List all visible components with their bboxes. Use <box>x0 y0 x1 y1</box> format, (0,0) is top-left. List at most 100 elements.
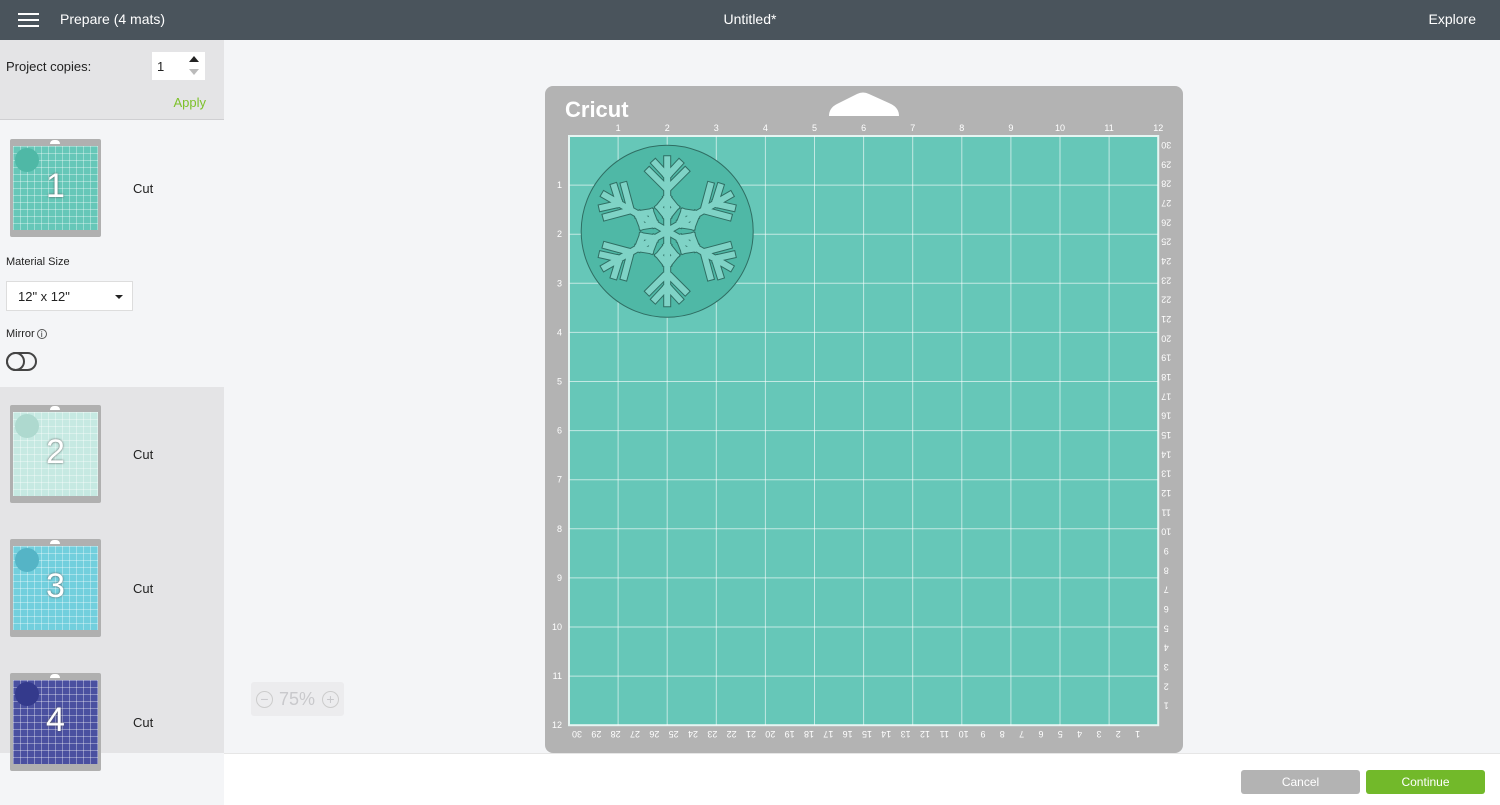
bottom-ruler-label: 17 <box>823 729 833 739</box>
bottom-ruler-label: 29 <box>591 729 601 739</box>
bottom-ruler-label: 8 <box>1000 729 1005 739</box>
bottom-ruler-label: 16 <box>843 729 853 739</box>
bottom-ruler-label: 5 <box>1058 729 1063 739</box>
right-ruler-label: 18 <box>1161 372 1171 382</box>
bottom-ruler-label: 12 <box>920 729 930 739</box>
right-ruler-label: 17 <box>1161 391 1171 401</box>
mat-action-label: Cut <box>133 181 154 196</box>
bottom-ruler-label: 10 <box>959 729 969 739</box>
decrement-icon[interactable] <box>189 69 199 75</box>
mirror-label: Mirror i <box>6 328 47 340</box>
zoom-out-icon[interactable]: − <box>256 691 273 708</box>
left-ruler-label: 8 <box>557 524 562 534</box>
top-ruler-label: 1 <box>616 123 621 133</box>
material-size-label: Material Size <box>6 256 70 268</box>
menu-icon[interactable] <box>18 13 39 27</box>
left-ruler-label: 3 <box>557 278 562 288</box>
bottom-ruler-label: 1 <box>1135 729 1140 739</box>
left-ruler-label: 7 <box>557 475 562 485</box>
zoom-control: − 75% + <box>251 682 344 716</box>
right-ruler-label: 8 <box>1164 565 1169 575</box>
left-ruler-label: 2 <box>557 229 562 239</box>
bottom-ruler-label: 24 <box>688 729 698 739</box>
mat-action-label: Cut <box>133 447 154 462</box>
right-ruler-label: 28 <box>1161 179 1171 189</box>
bottom-ruler-label: 9 <box>980 729 985 739</box>
info-icon[interactable]: i <box>36 329 47 340</box>
mat-thumbnail-4[interactable]: 4 <box>10 673 101 771</box>
bottom-ruler-label: 19 <box>785 729 795 739</box>
bottom-ruler-label: 14 <box>881 729 891 739</box>
left-ruler-label: 4 <box>557 327 562 337</box>
right-ruler-label: 5 <box>1164 623 1169 633</box>
right-ruler-label: 30 <box>1161 140 1171 150</box>
right-ruler-label: 6 <box>1164 604 1169 614</box>
project-title: Untitled* <box>723 11 777 27</box>
project-copies-stepper[interactable]: 1 <box>152 52 205 80</box>
mirror-text: Mirror <box>6 328 35 340</box>
left-ruler-label: 1 <box>557 180 562 190</box>
right-ruler-label: 19 <box>1161 353 1171 363</box>
top-ruler-label: 8 <box>959 123 964 133</box>
mat-action-label: Cut <box>133 581 154 596</box>
left-ruler-label: 10 <box>552 622 562 632</box>
page-title: Prepare (4 mats) <box>60 11 166 27</box>
bottom-ruler-label: 11 <box>940 729 949 739</box>
bottom-ruler-label: 27 <box>630 729 640 739</box>
bottom-ruler-label: 15 <box>862 729 872 739</box>
right-ruler-label: 12 <box>1161 488 1171 498</box>
increment-icon[interactable] <box>189 56 199 62</box>
top-ruler-label: 3 <box>714 123 719 133</box>
right-ruler-label: 3 <box>1164 662 1169 672</box>
bottom-ruler-label: 4 <box>1077 729 1082 739</box>
right-ruler-label: 25 <box>1161 237 1171 247</box>
right-ruler-label: 9 <box>1164 546 1169 556</box>
bottom-ruler-label: 26 <box>649 729 659 739</box>
bottom-ruler-label: 25 <box>669 729 679 739</box>
left-ruler-label: 12 <box>552 720 562 730</box>
right-ruler-label: 22 <box>1161 295 1171 305</box>
left-ruler-label: 5 <box>557 377 562 387</box>
right-ruler-label: 23 <box>1161 275 1171 285</box>
footer: Cancel Continue <box>224 753 1500 805</box>
project-copies-label: Project copies: <box>6 59 92 74</box>
chevron-down-icon <box>115 295 123 299</box>
bottom-ruler-label: 18 <box>804 729 814 739</box>
bottom-ruler-label: 2 <box>1116 729 1121 739</box>
material-size-value: 12" x 12" <box>18 289 70 304</box>
cancel-button[interactable]: Cancel <box>1241 770 1360 794</box>
left-ruler-label: 11 <box>553 671 562 681</box>
bottom-ruler-label: 13 <box>901 729 911 739</box>
mirror-toggle[interactable] <box>6 352 37 371</box>
apply-button[interactable]: Apply <box>173 95 206 110</box>
right-ruler-label: 10 <box>1161 527 1171 537</box>
right-ruler-label: 1 <box>1164 701 1169 711</box>
material-size-select[interactable]: 12" x 12" <box>6 281 133 311</box>
mat-action-label: Cut <box>133 715 154 730</box>
mat-thumbnail-3[interactable]: 3 <box>10 539 101 637</box>
copies-value[interactable]: 1 <box>157 59 164 74</box>
right-ruler-label: 13 <box>1161 469 1171 479</box>
right-ruler-label: 2 <box>1164 681 1169 691</box>
bottom-ruler-label: 21 <box>746 729 756 739</box>
mat-number: 1 <box>46 167 65 205</box>
right-ruler-label: 24 <box>1161 256 1171 266</box>
zoom-in-icon[interactable]: + <box>322 691 339 708</box>
mat-number: 2 <box>46 433 65 471</box>
cricut-logo: Cricut <box>565 97 629 122</box>
bottom-ruler-label: 30 <box>572 729 582 739</box>
mat-number: 3 <box>46 567 65 605</box>
mat-thumbnail-2[interactable]: 2 <box>10 405 101 503</box>
mat-thumbnail-1[interactable]: 1 <box>10 139 101 237</box>
bottom-ruler-label: 6 <box>1038 729 1043 739</box>
right-ruler-label: 15 <box>1161 430 1171 440</box>
top-ruler-label: 6 <box>861 123 866 133</box>
machine-selector[interactable]: Explore <box>1429 11 1476 27</box>
right-ruler-label: 16 <box>1161 411 1171 421</box>
other-mats: 2 Cut 3 Cut 4 Cut <box>0 387 224 771</box>
right-ruler-label: 14 <box>1161 449 1171 459</box>
left-ruler-label: 9 <box>557 573 562 583</box>
continue-button[interactable]: Continue <box>1366 770 1485 794</box>
cutting-mat: Cricut1 2 3 4 5 6 7 8 9 10 11 121234567891011123029… <box>545 86 1183 753</box>
top-ruler-label: 9 <box>1008 123 1013 133</box>
